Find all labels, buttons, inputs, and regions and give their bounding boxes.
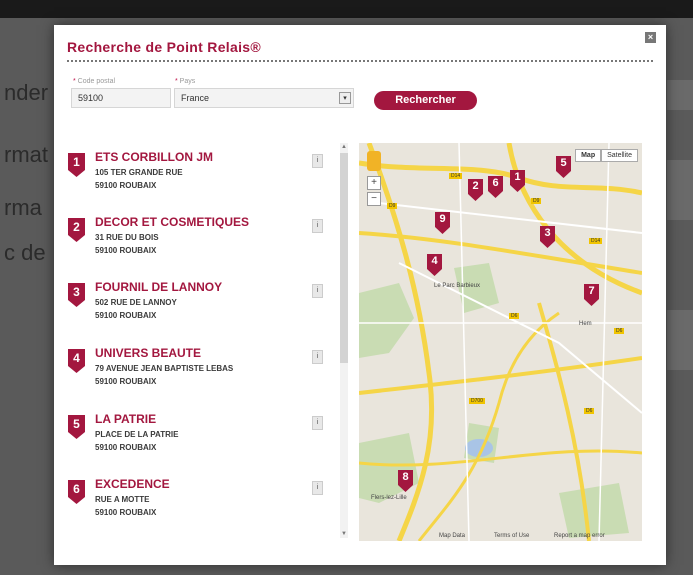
result-address: RUE A MOTTE bbox=[95, 495, 150, 504]
svg-text:3: 3 bbox=[73, 285, 80, 299]
map-marker[interactable]: 4 bbox=[426, 253, 443, 277]
zoom-out-button[interactable]: − bbox=[367, 192, 381, 206]
road-label: D14 bbox=[589, 238, 603, 244]
background-panel bbox=[667, 310, 693, 370]
postal-label: * Code postal bbox=[73, 78, 116, 85]
background-text: rma bbox=[4, 195, 42, 220]
info-button[interactable]: i bbox=[312, 481, 323, 495]
marker-pin-icon: 5 bbox=[67, 414, 86, 440]
map-marker[interactable]: 6 bbox=[487, 175, 504, 199]
background-panel bbox=[667, 160, 693, 220]
svg-text:1: 1 bbox=[73, 155, 80, 169]
map-marker[interactable]: 2 bbox=[467, 178, 484, 202]
chevron-down-icon[interactable]: ▾ bbox=[339, 92, 351, 104]
road-label: D9 bbox=[387, 203, 398, 209]
road-label: D6 bbox=[614, 328, 625, 334]
result-name: EXCEDENCE bbox=[95, 477, 170, 491]
result-city: 59100 ROUBAIX bbox=[95, 311, 157, 320]
info-button[interactable]: i bbox=[312, 416, 323, 430]
relay-search-modal: × Recherche de Point Relais® * Code post… bbox=[54, 25, 666, 565]
map-marker[interactable]: 5 bbox=[555, 155, 572, 179]
place-label: Hem bbox=[579, 321, 592, 327]
scroll-thumb[interactable] bbox=[340, 153, 348, 363]
map-type-control: Map Satellite bbox=[575, 149, 638, 162]
info-button[interactable]: i bbox=[312, 219, 323, 233]
result-name: LA PATRIE bbox=[95, 412, 157, 426]
marker-pin-icon: 6 bbox=[67, 479, 86, 505]
map-marker[interactable]: 7 bbox=[583, 283, 600, 307]
country-value: France bbox=[181, 93, 210, 103]
road-label: D6 bbox=[584, 408, 595, 414]
result-name: ETS CORBILLON JM bbox=[95, 150, 214, 164]
close-button[interactable]: × bbox=[645, 32, 656, 43]
result-item[interactable]: 4 UNIVERS BEAUTE 79 AVENUE JEAN BAPTISTE… bbox=[67, 344, 332, 406]
pegman-icon[interactable] bbox=[367, 151, 381, 171]
modal-title: Recherche de Point Relais® bbox=[67, 39, 261, 55]
postal-code-input[interactable] bbox=[71, 88, 171, 108]
result-city: 59100 ROUBAIX bbox=[95, 181, 157, 190]
result-city: 59100 ROUBAIX bbox=[95, 246, 157, 255]
result-address: 105 TER GRANDE RUE bbox=[95, 168, 183, 177]
map-data-link[interactable]: Map Data bbox=[439, 533, 465, 539]
road-label: D14 bbox=[449, 173, 463, 179]
country-label: * Pays bbox=[175, 78, 196, 85]
result-name: DECOR ET COSMETIQUES bbox=[95, 215, 250, 229]
road-label: D9 bbox=[531, 198, 542, 204]
road-label: D700 bbox=[469, 398, 485, 404]
scroll-up-icon[interactable]: ▲ bbox=[340, 143, 348, 151]
background-text: c de bbox=[4, 240, 46, 265]
search-button[interactable]: Rechercher bbox=[374, 91, 477, 110]
map-view-button[interactable]: Map bbox=[575, 149, 602, 162]
marker-pin-icon: 3 bbox=[67, 282, 86, 308]
title-divider bbox=[67, 60, 653, 62]
map-zoom-control: + − bbox=[367, 151, 381, 208]
info-button[interactable]: i bbox=[312, 350, 323, 364]
satellite-view-button[interactable]: Satellite bbox=[601, 149, 638, 162]
results-list: 1 ETS CORBILLON JM 105 TER GRANDE RUE 59… bbox=[67, 148, 337, 538]
result-name: FOURNIL DE LANNOY bbox=[95, 280, 223, 294]
marker-pin-icon: 2 bbox=[67, 217, 86, 243]
map-marker[interactable]: 9 bbox=[434, 211, 451, 235]
result-item[interactable]: 1 ETS CORBILLON JM 105 TER GRANDE RUE 59… bbox=[67, 148, 332, 210]
scroll-down-icon[interactable]: ▼ bbox=[340, 530, 348, 538]
result-item[interactable]: 6 EXCEDENCE RUE A MOTTE 59100 ROUBAIX i bbox=[67, 475, 332, 537]
results-scrollbar[interactable]: ▲ ▼ bbox=[340, 143, 348, 538]
map-marker[interactable]: 1 bbox=[509, 169, 526, 193]
background-panel bbox=[667, 80, 693, 110]
info-button[interactable]: i bbox=[312, 284, 323, 298]
background-text: nder bbox=[4, 80, 49, 105]
result-city: 59100 ROUBAIX bbox=[95, 443, 157, 452]
map-marker[interactable]: 3 bbox=[539, 225, 556, 249]
background-text: rmat bbox=[4, 142, 48, 167]
svg-text:5: 5 bbox=[73, 417, 80, 431]
svg-text:2: 2 bbox=[73, 220, 80, 234]
result-city: 59100 ROUBAIX bbox=[95, 377, 157, 386]
marker-pin-icon: 1 bbox=[67, 152, 86, 178]
svg-text:6: 6 bbox=[73, 482, 80, 496]
marker-pin-icon: 4 bbox=[67, 348, 86, 374]
result-city: 59100 ROUBAIX bbox=[95, 508, 157, 517]
result-address: 31 RUE DU BOIS bbox=[95, 233, 159, 242]
result-item[interactable]: 5 LA PATRIE PLACE DE LA PATRIE 59100 ROU… bbox=[67, 410, 332, 472]
results-map[interactable]: D9 D14 D9 D14 D6 D6 D700 D6 Le Parc Barb… bbox=[359, 143, 642, 541]
result-item[interactable]: 3 FOURNIL DE LANNOY 502 RUE DE LANNOY 59… bbox=[67, 278, 332, 340]
result-name: UNIVERS BEAUTE bbox=[95, 346, 202, 360]
zoom-in-button[interactable]: + bbox=[367, 176, 381, 190]
map-marker[interactable]: 8 bbox=[397, 469, 414, 493]
map-report-link[interactable]: Report a map error bbox=[554, 533, 605, 539]
place-label: Le Parc Barbieux bbox=[434, 283, 481, 289]
background-topbar bbox=[0, 0, 693, 18]
road-label: D6 bbox=[509, 313, 520, 319]
place-label: Flers-lez-Lille bbox=[371, 495, 407, 501]
svg-text:4: 4 bbox=[73, 351, 80, 365]
country-select[interactable]: France ▾ bbox=[174, 88, 354, 108]
info-button[interactable]: i bbox=[312, 154, 323, 168]
result-address: 79 AVENUE JEAN BAPTISTE LEBAS bbox=[95, 364, 234, 373]
result-item[interactable]: 2 DECOR ET COSMETIQUES 31 RUE DU BOIS 59… bbox=[67, 213, 332, 275]
result-address: 502 RUE DE LANNOY bbox=[95, 298, 177, 307]
result-address: PLACE DE LA PATRIE bbox=[95, 430, 179, 439]
map-terms-link[interactable]: Terms of Use bbox=[494, 533, 529, 539]
